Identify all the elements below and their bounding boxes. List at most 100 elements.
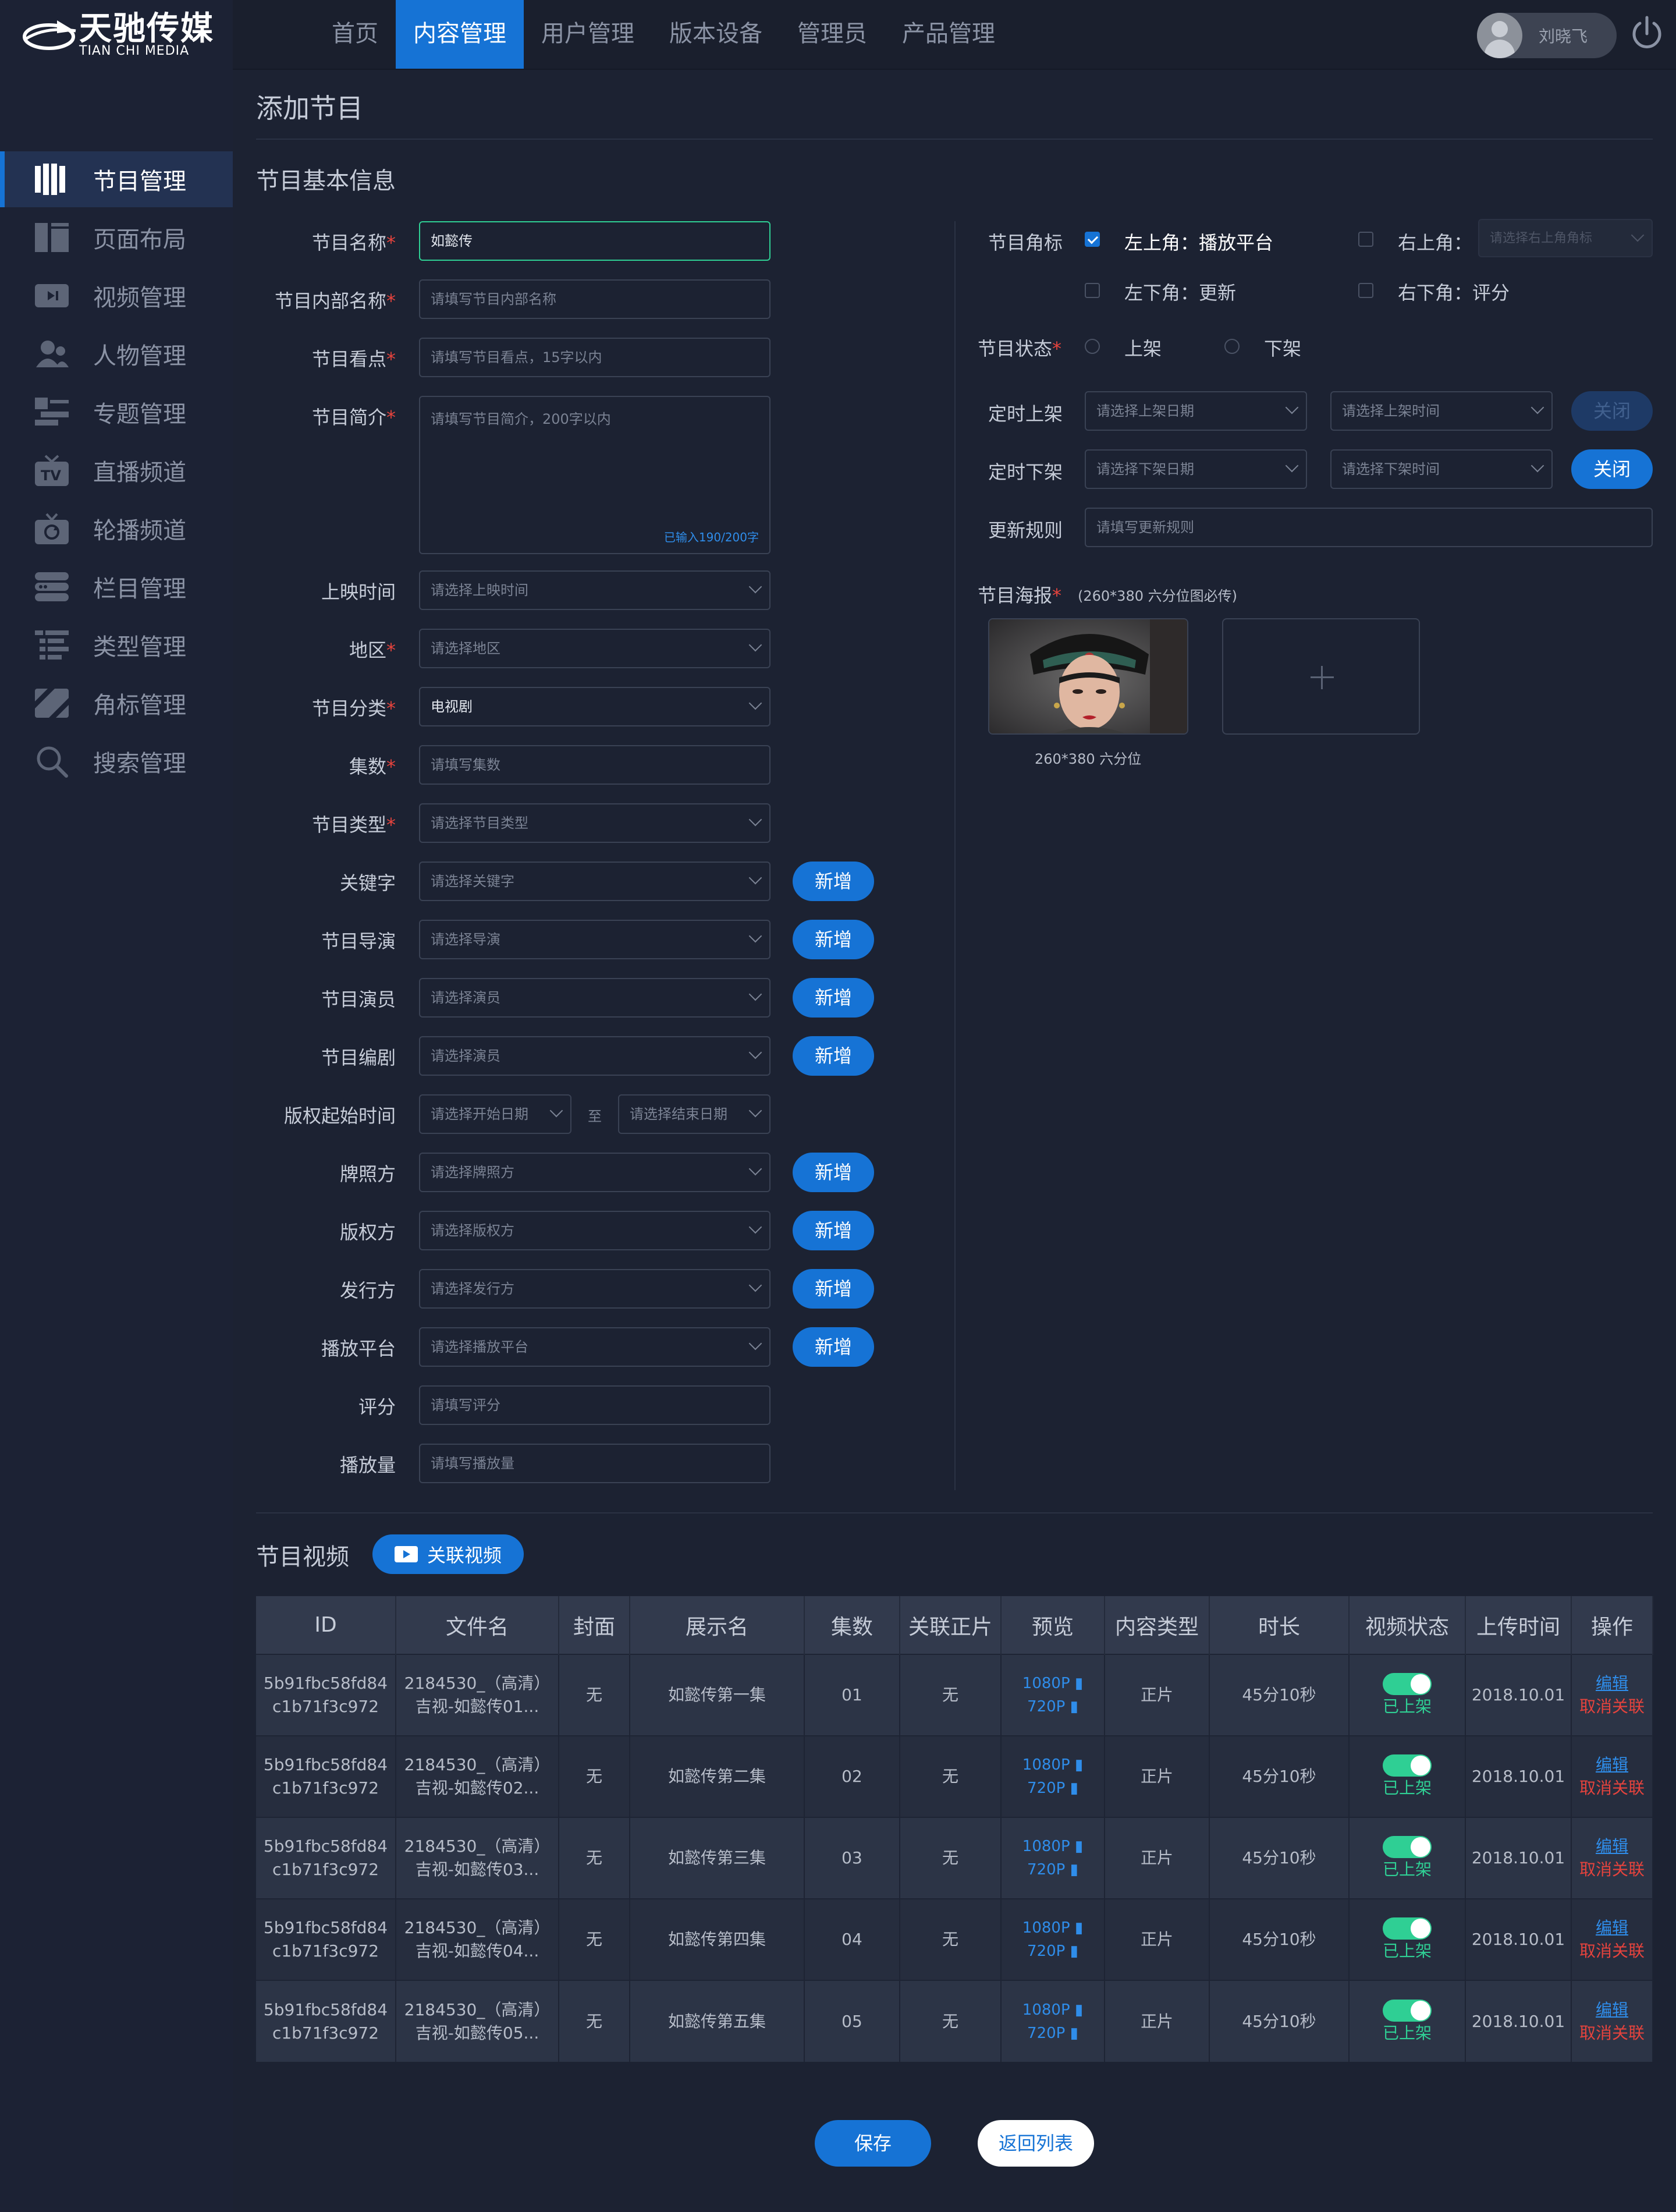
publisher-select[interactable]: 请选择发行方 xyxy=(419,1269,770,1309)
col-episode[interactable]: 集数 xyxy=(804,1596,900,1654)
preview-1080p-link[interactable]: 1080P ▮ xyxy=(1002,1753,1104,1777)
col-content-type[interactable]: 内容类型 xyxy=(1105,1596,1210,1654)
col-preview[interactable]: 预览 xyxy=(1001,1596,1105,1654)
unlink-link[interactable]: 取消关联 xyxy=(1572,1695,1652,1718)
preview-1080p-link[interactable]: 1080P ▮ xyxy=(1002,1998,1104,2022)
episodes-input[interactable]: 请填写集数 xyxy=(419,745,770,785)
add-license-button[interactable]: 新增 xyxy=(793,1153,874,1192)
preview-720p-link[interactable]: 720P ▮ xyxy=(1002,1940,1104,1963)
platform-select[interactable]: 请选择播放平台 xyxy=(419,1327,770,1367)
preview-720p-link[interactable]: 720P ▮ xyxy=(1002,1858,1104,1881)
edit-link[interactable]: 编辑 xyxy=(1572,1835,1652,1858)
status-on-radio[interactable] xyxy=(1085,339,1100,354)
link-video-button[interactable]: 关联视频 xyxy=(372,1534,524,1574)
unlink-link[interactable]: 取消关联 xyxy=(1572,1777,1652,1800)
add-actor-button[interactable]: 新增 xyxy=(793,978,874,1018)
col-cover[interactable]: 封面 xyxy=(559,1596,630,1654)
col-id[interactable]: ID xyxy=(256,1596,396,1654)
back-to-list-button[interactable]: 返回列表 xyxy=(978,2120,1094,2167)
ptype-select[interactable]: 请选择节目类型 xyxy=(419,803,770,843)
copyright-start-select[interactable]: 请选择开始日期 xyxy=(419,1094,571,1134)
add-platform-button[interactable]: 新增 xyxy=(793,1327,874,1367)
sched-off-date-select[interactable]: 请选择下架日期 xyxy=(1085,449,1307,489)
sched-on-time-select[interactable]: 请选择上架时间 xyxy=(1330,391,1553,431)
col-display-name[interactable]: 展示名 xyxy=(630,1596,805,1654)
preview-1080p-link[interactable]: 1080P ▮ xyxy=(1002,1916,1104,1940)
preview-1080p-link[interactable]: 1080P ▮ xyxy=(1002,1835,1104,1858)
copyright-end-select[interactable]: 请选择结束日期 xyxy=(618,1094,770,1134)
sidebar-item-type[interactable]: 类型管理 xyxy=(0,617,233,673)
status-toggle[interactable] xyxy=(1383,1836,1432,1858)
col-upload-time[interactable]: 上传时间 xyxy=(1465,1596,1572,1654)
sidebar-item-column[interactable]: 栏目管理 xyxy=(0,559,233,615)
nav-home[interactable]: 首页 xyxy=(314,0,396,69)
sidebar-item-search[interactable]: 搜索管理 xyxy=(0,733,233,789)
score-input[interactable]: 请填写评分 xyxy=(419,1385,770,1425)
preview-720p-link[interactable]: 720P ▮ xyxy=(1002,2022,1104,2045)
nav-versions[interactable]: 版本设备 xyxy=(652,0,780,69)
inner-name-input[interactable]: 请填写节目内部名称 xyxy=(419,279,770,319)
sidebar-item-video[interactable]: 视频管理 xyxy=(0,268,233,324)
sidebar-item-people[interactable]: 人物管理 xyxy=(0,326,233,382)
col-status[interactable]: 视频状态 xyxy=(1349,1596,1466,1654)
sched-off-time-select[interactable]: 请选择下架时间 xyxy=(1330,449,1553,489)
preview-1080p-link[interactable]: 1080P ▮ xyxy=(1002,1672,1104,1695)
add-copyright-button[interactable]: 新增 xyxy=(793,1211,874,1250)
region-select[interactable]: 请选择地区 xyxy=(419,629,770,668)
poster-upload-button[interactable] xyxy=(1222,618,1420,735)
edit-link[interactable]: 编辑 xyxy=(1572,1753,1652,1777)
nav-admin[interactable]: 管理员 xyxy=(780,0,885,69)
unlink-link[interactable]: 取消关联 xyxy=(1572,2022,1652,2045)
add-publisher-button[interactable]: 新增 xyxy=(793,1269,874,1309)
preview-720p-link[interactable]: 720P ▮ xyxy=(1002,1777,1104,1800)
nav-content[interactable]: 内容管理 xyxy=(396,0,524,69)
unlink-link[interactable]: 取消关联 xyxy=(1572,1940,1652,1963)
add-keyword-button[interactable]: 新增 xyxy=(793,862,874,901)
sidebar-item-badge[interactable]: 角标管理 xyxy=(0,675,233,731)
col-linked[interactable]: 关联正片 xyxy=(900,1596,1002,1654)
status-toggle[interactable] xyxy=(1383,1999,1432,2022)
keywords-select[interactable]: 请选择关键字 xyxy=(419,862,770,901)
sched-off-toggle-button[interactable]: 关闭 xyxy=(1571,449,1653,489)
poster-image[interactable] xyxy=(988,618,1188,735)
highlight-input[interactable]: 请填写节目看点，15字以内 xyxy=(419,338,770,377)
copyright-select[interactable]: 请选择版权方 xyxy=(419,1211,770,1250)
director-select[interactable]: 请选择导演 xyxy=(419,920,770,959)
release-select[interactable]: 请选择上映时间 xyxy=(419,570,770,610)
sidebar-item-live[interactable]: TV 直播频道 xyxy=(0,442,233,498)
col-actions[interactable]: 操作 xyxy=(1571,1596,1653,1654)
status-off-radio[interactable] xyxy=(1224,339,1240,354)
status-toggle[interactable] xyxy=(1383,1754,1432,1777)
sidebar-item-program[interactable]: 节目管理 xyxy=(0,151,233,207)
edit-link[interactable]: 编辑 xyxy=(1572,1672,1652,1695)
power-icon[interactable] xyxy=(1629,13,1664,54)
add-director-button[interactable]: 新增 xyxy=(793,920,874,959)
sched-on-toggle-button[interactable]: 关闭 xyxy=(1571,391,1653,431)
user-menu[interactable]: 刘晓飞 xyxy=(1477,13,1617,58)
sidebar-item-layout[interactable]: 页面布局 xyxy=(0,210,233,265)
sidebar-item-topic[interactable]: 专题管理 xyxy=(0,384,233,440)
add-writer-button[interactable]: 新增 xyxy=(793,1036,874,1076)
unlink-link[interactable]: 取消关联 xyxy=(1572,1858,1652,1881)
edit-link[interactable]: 编辑 xyxy=(1572,1916,1652,1940)
corner-bl-checkbox[interactable] xyxy=(1085,283,1100,298)
corner-tr-checkbox[interactable] xyxy=(1358,232,1373,247)
category-select[interactable]: 电视剧 xyxy=(419,687,770,726)
plays-input[interactable]: 请填写播放量 xyxy=(419,1444,770,1483)
col-duration[interactable]: 时长 xyxy=(1209,1596,1350,1654)
corner-br-checkbox[interactable] xyxy=(1358,283,1373,298)
sidebar-item-carousel[interactable]: 轮播频道 xyxy=(0,501,233,556)
corner-tl-checkbox[interactable] xyxy=(1085,232,1100,247)
corner-tr-select[interactable]: 请选择右上角角标 xyxy=(1478,219,1653,257)
actor-select[interactable]: 请选择演员 xyxy=(419,978,770,1018)
status-toggle[interactable] xyxy=(1383,1673,1432,1695)
rule-input[interactable]: 请填写更新规则 xyxy=(1085,508,1653,547)
writer-select[interactable]: 请选择演员 xyxy=(419,1036,770,1076)
name-input[interactable]: 如懿传 xyxy=(419,221,770,261)
preview-720p-link[interactable]: 720P ▮ xyxy=(1002,1695,1104,1718)
license-select[interactable]: 请选择牌照方 xyxy=(419,1153,770,1192)
save-button[interactable]: 保存 xyxy=(815,2120,931,2167)
nav-products[interactable]: 产品管理 xyxy=(885,0,1013,69)
status-toggle[interactable] xyxy=(1383,1917,1432,1940)
edit-link[interactable]: 编辑 xyxy=(1572,1998,1652,2022)
